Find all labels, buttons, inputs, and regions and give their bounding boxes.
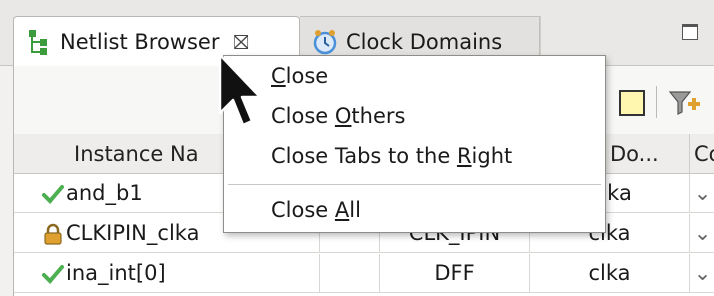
instance-name: and_b1: [66, 181, 143, 205]
menu-item-text-post: thers: [351, 104, 406, 128]
menu-item-mnemonic: R: [456, 144, 472, 168]
instance-name: ina_int[0]: [66, 261, 166, 285]
menu-item-text-post: ight: [471, 144, 513, 168]
checkmark-icon: [42, 265, 64, 284]
yellow-square-icon[interactable]: [619, 90, 645, 116]
menu-item-mnemonic: C: [271, 64, 286, 88]
filter-add-icon[interactable]: [668, 88, 702, 118]
column-header-co[interactable]: Co: [690, 134, 714, 174]
menu-item-text-post: ll: [349, 198, 361, 222]
dropdown-chevron-icon[interactable]: ⌄: [690, 254, 714, 293]
tab-context-menu: Close Close Others Close Tabs to the Rig…: [223, 55, 606, 233]
menu-item-text-pre: Close Tabs to the: [271, 144, 457, 168]
menu-separator: [228, 184, 601, 185]
netlist-tree-icon: [29, 29, 47, 55]
menu-item-mnemonic: A: [334, 198, 350, 222]
checkmark-icon: [42, 185, 64, 204]
menu-item-text-post: lose: [285, 64, 329, 88]
menu-item-mnemonic: O: [334, 104, 352, 128]
minimize-view-button[interactable]: [682, 24, 698, 40]
menu-item-text-pre: Close: [271, 198, 335, 222]
tab-close-icon[interactable]: ⛝: [233, 30, 248, 54]
dropdown-chevron-icon[interactable]: ⌄: [690, 174, 714, 213]
menu-item-close-tabs-to-right[interactable]: Close Tabs to the Right: [224, 136, 605, 176]
domain-cell: clka: [530, 254, 690, 293]
table-row[interactable]: ina_int[0] DFF clka ⌄: [14, 254, 714, 293]
toolbar-separator: [656, 86, 657, 118]
dropdown-chevron-icon[interactable]: ⌄: [690, 214, 714, 253]
mouse-pointer-icon: [218, 53, 262, 127]
instance-name: CLKIPIN_clka: [66, 221, 200, 245]
lock-icon: [44, 223, 62, 245]
menu-item-close-all[interactable]: Close All: [224, 190, 605, 230]
instance-name-cell: ina_int[0]: [14, 254, 320, 293]
type-cell: DFF: [380, 254, 530, 293]
menu-item-close-others[interactable]: Close Others: [224, 96, 605, 136]
menu-item-close[interactable]: Close: [224, 56, 605, 96]
menu-item-text-pre: Close: [271, 104, 335, 128]
tab-label: Netlist Browser: [60, 29, 220, 54]
tab-label: Clock Domains: [346, 29, 503, 54]
blank-cell: [320, 254, 380, 293]
clock-icon: [313, 29, 337, 54]
